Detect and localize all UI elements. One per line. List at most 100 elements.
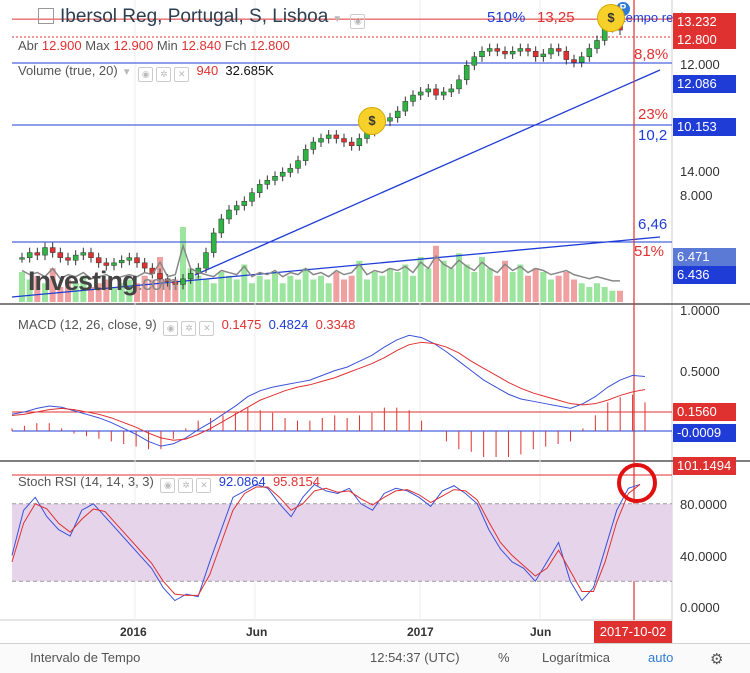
volume-bar (540, 272, 547, 302)
candle-body (509, 50, 516, 55)
candle-body (287, 168, 294, 173)
volume-bar (226, 275, 232, 302)
candle-body (494, 48, 501, 52)
volume-bar (594, 283, 600, 302)
signal-red: 13,25 (537, 9, 575, 26)
candle-body (241, 200, 248, 206)
volume-bar (295, 279, 301, 302)
volume-bar (555, 275, 562, 302)
chevron-down-icon[interactable]: ▼ (332, 14, 342, 25)
dividend-coin-icon[interactable]: $ (358, 107, 386, 135)
gear-icon[interactable]: ✲ (178, 478, 194, 493)
candle-body (333, 134, 340, 139)
price-tag-high: 13.232 (673, 13, 736, 31)
stoch-k-value: 92.0864 (218, 474, 266, 489)
eye-icon[interactable]: ◉ (350, 14, 366, 29)
chart-app: Ibersol Reg, Portugal, S, Lisboa ▼ ◉ Abr … (0, 0, 750, 673)
macd-study-legend[interactable]: MACD (12, 26, close, 9) ◉ ✲ ✕ 0.1475 0.482… (18, 317, 355, 336)
candle-body (95, 257, 102, 264)
candle-body (19, 257, 25, 260)
volume-bar (440, 260, 447, 302)
volume-bar (433, 245, 439, 302)
macd-scale-05: 0.5000 (680, 364, 720, 379)
price-tag-level-2: 10.153 (673, 118, 736, 136)
candle-body (348, 141, 355, 146)
volume-bar (532, 268, 539, 302)
close-icon[interactable]: ✕ (199, 321, 215, 336)
volume-bar (249, 283, 255, 302)
stoch-rsi-legend[interactable]: Stoch RSI (14, 14, 3, 3) ◉ ✲ ✕ 92.0864 95.… (18, 474, 320, 493)
candle-body (65, 257, 71, 261)
candle-body (310, 141, 317, 150)
candle-body (325, 134, 332, 139)
interval-button[interactable]: Intervalo de Tempo (30, 650, 140, 665)
rsi-scale-0: 0.0000 (680, 600, 720, 615)
volume-bar (210, 283, 217, 302)
close-icon[interactable]: ✕ (196, 478, 212, 493)
volume-bar (318, 275, 324, 302)
candle-body (256, 184, 263, 193)
symbol-title[interactable]: Ibersol Reg, Portugal, S, Lisboa ▼ ◉ (38, 6, 366, 29)
investing-logo: Investing.com (28, 266, 178, 297)
eye-icon[interactable]: ◉ (160, 478, 176, 493)
volume-bar (471, 272, 478, 302)
candle-body (72, 254, 79, 261)
auto-toggle[interactable]: auto (648, 650, 673, 665)
candle-body (26, 252, 33, 258)
volume-bar (425, 268, 432, 302)
candle-body (586, 48, 593, 58)
rsi-tag: 101.1494 (673, 457, 736, 475)
volume-bar (410, 275, 416, 302)
x-label-2017: 2017 (407, 625, 434, 639)
macd-value-1: 0.1475 (221, 317, 262, 332)
eye-icon[interactable]: ◉ (163, 321, 179, 336)
percent-toggle[interactable]: % (498, 650, 510, 665)
volume-bar (333, 272, 340, 302)
volume-bar (571, 279, 577, 302)
candle-body (502, 50, 508, 55)
volume-bar (233, 279, 240, 302)
volume-study-legend[interactable]: Volume (true, 20) ▼ ◉ ✲ ✕ 940 32.685K (18, 63, 274, 82)
candle-body (594, 40, 600, 49)
high-value: 12.900 (113, 38, 154, 53)
macd-tag-1: 0.1560 (673, 403, 736, 421)
low-value: 12.840 (181, 38, 222, 53)
candle-body (80, 252, 87, 256)
candle-body (264, 180, 271, 185)
chart-canvas[interactable] (0, 0, 750, 673)
stoch-d-value: 95.8154 (272, 474, 320, 489)
pct-label-23: 23% (638, 106, 669, 123)
volume-bar (310, 279, 317, 302)
candle-body (49, 247, 56, 253)
price-scale-8000: 8.000 (680, 188, 713, 203)
candle-body (571, 59, 577, 63)
signal-blue: 510% (487, 9, 526, 26)
candle-body (387, 117, 393, 122)
candle-body (88, 252, 94, 258)
logo-main: Investing (28, 266, 139, 296)
chevron-down-icon[interactable]: ▼ (122, 67, 132, 78)
collapse-toggle-icon[interactable] (38, 8, 54, 24)
settings-gear-icon[interactable]: ⚙ (710, 650, 723, 668)
candle-body (433, 88, 439, 96)
candle-body (356, 138, 363, 146)
close-value: 12.800 (250, 38, 290, 53)
volume-value-1: 940 (196, 63, 219, 78)
price-tag-level-3: 6.471 (673, 248, 736, 266)
gear-icon[interactable]: ✲ (156, 67, 172, 82)
close-icon[interactable]: ✕ (174, 67, 190, 82)
price-tag-level-1: 12.086 (673, 75, 736, 93)
eye-icon[interactable]: ◉ (138, 67, 154, 82)
volume-bar (448, 268, 455, 302)
gear-icon[interactable]: ✲ (181, 321, 197, 336)
dividend-coin-icon[interactable]: $ (597, 4, 625, 32)
candle-body (118, 259, 125, 264)
volume-bar (19, 272, 25, 302)
log-toggle[interactable]: Logarítmica (542, 650, 610, 665)
volume-bar (394, 272, 401, 302)
open-label: Abr (18, 38, 39, 53)
macd-value-2: 0.4824 (268, 317, 309, 332)
stoch-rsi-label: Stoch RSI (14, 14, 3, 3) (18, 474, 154, 489)
candle-body (578, 56, 585, 63)
candle-body (302, 149, 309, 161)
